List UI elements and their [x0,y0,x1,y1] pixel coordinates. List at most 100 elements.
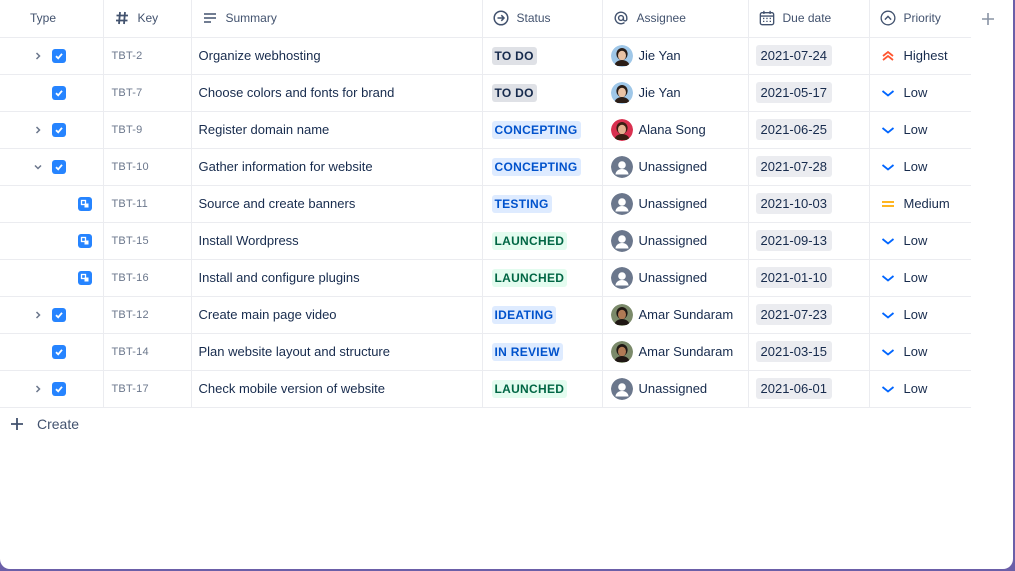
priority-cell[interactable]: Highest [869,37,971,74]
due-date[interactable]: 2021-06-01 [755,378,832,399]
due-date-cell[interactable]: 2021-06-25 [748,111,870,148]
status-cell[interactable]: CONCEPTING [482,111,603,148]
chevron-right-icon[interactable] [32,124,44,136]
due-date-cell[interactable]: 2021-01-10 [748,259,870,296]
issue-key[interactable]: TBT-14 [103,333,192,370]
status-cell[interactable]: TO DO [482,37,603,74]
issue-summary[interactable]: Organize webhosting [191,37,483,74]
priority-cell[interactable]: Low [869,148,971,185]
table-row[interactable]: TBT-15 Install Wordpress LAUNCHED Unassigne… [0,222,971,259]
issue-key[interactable]: TBT-9 [103,111,192,148]
priority-cell[interactable]: Low [869,111,971,148]
due-date-cell[interactable]: 2021-07-23 [748,296,870,333]
table-row[interactable]: TBT-10 Gather information for website CONC… [0,148,971,185]
chevron-right-icon[interactable] [32,309,44,321]
status-cell[interactable]: IN REVIEW [482,333,603,370]
issue-key[interactable]: TBT-15 [103,222,192,259]
status-badge[interactable]: TESTING [491,194,552,213]
issue-key[interactable]: TBT-12 [103,296,192,333]
assignee-cell[interactable]: Amar Sundaram [602,296,749,333]
table-row[interactable]: TBT-12 Create main page video IDEATING Amar… [0,296,971,333]
table-row[interactable]: TBT-2 Organize webhosting TO DO Jie Yan 2021… [0,37,971,74]
assignee-cell[interactable]: Unassigned [602,185,749,222]
due-date[interactable]: 2021-01-10 [755,267,832,288]
issue-key[interactable]: TBT-7 [103,74,192,111]
due-date[interactable]: 2021-06-25 [755,119,832,140]
column-header-priority[interactable]: Priority [869,0,971,37]
table-row[interactable]: TBT-17 Check mobile version of website LAU… [0,370,971,407]
table-row[interactable]: TBT-16 Install and configure plugins LAUNC… [0,259,971,296]
due-date[interactable]: 2021-03-15 [755,341,832,362]
column-header-due-date[interactable]: Due date [748,0,870,37]
issue-summary[interactable]: Gather information for website [191,148,483,185]
issue-summary[interactable]: Plan website layout and structure [191,333,483,370]
status-badge[interactable]: LAUNCHED [491,268,568,287]
column-header-assignee[interactable]: Assignee [602,0,749,37]
issue-summary[interactable]: Choose colors and fonts for brand [191,74,483,111]
due-date[interactable]: 2021-07-23 [755,304,832,325]
issue-summary[interactable]: Register domain name [191,111,483,148]
assignee-cell[interactable]: Unassigned [602,259,749,296]
due-date[interactable]: 2021-07-28 [755,156,832,177]
column-header-summary[interactable]: Summary [191,0,483,37]
issue-summary[interactable]: Create main page video [191,296,483,333]
issue-summary[interactable]: Install and configure plugins [191,259,483,296]
issue-key[interactable]: TBT-11 [103,185,192,222]
status-cell[interactable]: TESTING [482,185,603,222]
priority-cell[interactable]: Medium [869,185,971,222]
assignee-cell[interactable]: Jie Yan [602,37,749,74]
due-date-cell[interactable]: 2021-07-24 [748,37,870,74]
issue-key[interactable]: TBT-2 [103,37,192,74]
status-badge[interactable]: IDEATING [491,305,557,324]
priority-cell[interactable]: Low [869,259,971,296]
due-date[interactable]: 2021-07-24 [755,45,832,66]
priority-cell[interactable]: Low [869,222,971,259]
issue-summary[interactable]: Source and create banners [191,185,483,222]
table-row[interactable]: TBT-7 Choose colors and fonts for brand TO… [0,74,971,111]
status-badge[interactable]: TO DO [491,83,537,102]
chevron-down-icon[interactable] [32,161,44,173]
issue-summary[interactable]: Check mobile version of website [191,370,483,407]
status-cell[interactable]: IDEATING [482,296,603,333]
assignee-cell[interactable]: Unassigned [602,148,749,185]
chevron-right-icon[interactable] [32,383,44,395]
issue-key[interactable]: TBT-10 [103,148,192,185]
table-row[interactable]: TBT-11 Source and create banners TESTING Un… [0,185,971,222]
status-cell[interactable]: LAUNCHED [482,370,603,407]
due-date-cell[interactable]: 2021-03-15 [748,333,870,370]
issue-summary[interactable]: Install Wordpress [191,222,483,259]
assignee-cell[interactable]: Unassigned [602,370,749,407]
status-badge[interactable]: IN REVIEW [491,342,563,361]
due-date[interactable]: 2021-10-03 [755,193,832,214]
due-date-cell[interactable]: 2021-07-28 [748,148,870,185]
assignee-cell[interactable]: Alana Song [602,111,749,148]
column-header-key[interactable]: Key [103,0,192,37]
status-cell[interactable]: CONCEPTING [482,148,603,185]
due-date-cell[interactable]: 2021-09-13 [748,222,870,259]
priority-cell[interactable]: Low [869,74,971,111]
create-issue-button[interactable]: Create [10,416,79,432]
priority-cell[interactable]: Low [869,296,971,333]
due-date[interactable]: 2021-09-13 [755,230,832,251]
assignee-cell[interactable]: Amar Sundaram [602,333,749,370]
issue-key[interactable]: TBT-16 [103,259,192,296]
table-row[interactable]: TBT-14 Plan website layout and structure I… [0,333,971,370]
table-row[interactable]: TBT-9 Register domain name CONCEPTING Alana… [0,111,971,148]
due-date-cell[interactable]: 2021-05-17 [748,74,870,111]
assignee-cell[interactable]: Jie Yan [602,74,749,111]
plus-icon[interactable] [981,12,995,26]
status-badge[interactable]: CONCEPTING [491,120,581,139]
column-header-status[interactable]: Status [482,0,603,37]
due-date[interactable]: 2021-05-17 [755,82,832,103]
status-badge[interactable]: CONCEPTING [491,157,581,176]
chevron-right-icon[interactable] [32,50,44,62]
due-date-cell[interactable]: 2021-10-03 [748,185,870,222]
status-badge[interactable]: LAUNCHED [491,231,568,250]
column-header-type[interactable]: Type [0,0,104,37]
status-cell[interactable]: LAUNCHED [482,259,603,296]
priority-cell[interactable]: Low [869,370,971,407]
status-cell[interactable]: TO DO [482,74,603,111]
assignee-cell[interactable]: Unassigned [602,222,749,259]
status-badge[interactable]: TO DO [491,46,537,65]
priority-cell[interactable]: Low [869,333,971,370]
